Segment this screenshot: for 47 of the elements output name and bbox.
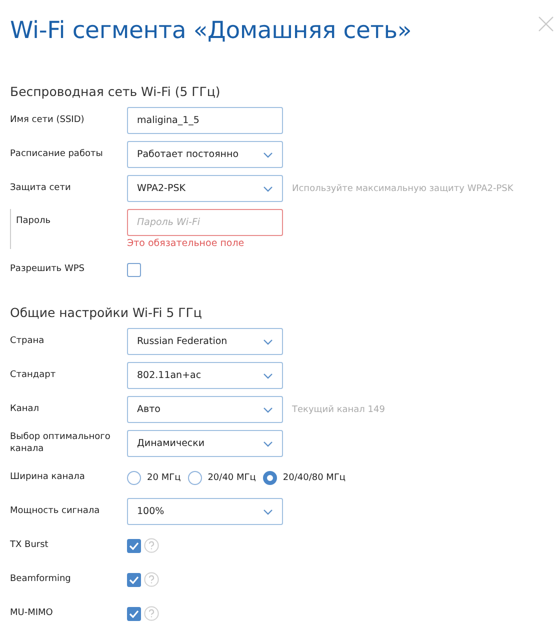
checkbox[interactable] xyxy=(127,538,141,552)
help-icon[interactable] xyxy=(144,572,159,587)
close-icon[interactable] xyxy=(538,16,554,32)
field-label: Выбор оптимального канала xyxy=(10,432,112,456)
dropdown[interactable]: Russian Federation xyxy=(127,328,283,355)
dropdown[interactable]: 802.11an+ac xyxy=(127,362,283,389)
chevron-down-icon xyxy=(263,372,273,378)
checkbox[interactable] xyxy=(127,262,141,276)
dropdown[interactable]: Динамически xyxy=(127,430,283,457)
section-heading: Общие настройки Wi-Fi 5 ГГц xyxy=(10,305,203,320)
checkbox[interactable] xyxy=(127,572,141,586)
dropdown[interactable]: WPA2-PSK xyxy=(127,175,283,202)
field-label: Разрешить WPS xyxy=(10,264,86,276)
field-label: Мощность сигнала xyxy=(10,506,101,518)
field-label: MU-MIMO xyxy=(10,608,54,620)
dropdown[interactable]: Работает постоянно xyxy=(127,141,283,168)
radio-option[interactable]: 20/40/80 МГц xyxy=(262,470,346,484)
chevron-down-icon xyxy=(263,338,273,344)
hint-text: Текущий канал 149 xyxy=(292,404,385,414)
dropdown[interactable]: 100% xyxy=(127,498,283,525)
radio-option[interactable]: 20 МГц xyxy=(127,470,181,484)
chevron-down-icon xyxy=(263,440,273,446)
field-label: Имя сети (SSID) xyxy=(10,114,86,126)
dropdown[interactable]: Авто xyxy=(127,396,283,423)
help-icon[interactable] xyxy=(144,538,159,553)
hint-text: Используйте максимальную защиту WPA2-PSK xyxy=(292,184,514,194)
help-icon[interactable] xyxy=(144,606,159,621)
field-label: Пароль xyxy=(16,215,52,228)
password-field[interactable]: Пароль Wi-Fi xyxy=(127,209,283,236)
error-message: Это обязательное поле xyxy=(127,238,246,249)
chevron-down-icon xyxy=(263,508,273,514)
field-label: Стандарт xyxy=(10,370,57,382)
field-label: Защита сети xyxy=(10,182,72,194)
chevron-down-icon xyxy=(263,406,273,412)
chevron-down-icon xyxy=(263,186,273,192)
field-label: Расписание работы xyxy=(10,148,104,160)
radio-option[interactable]: 20/40 МГц xyxy=(188,470,256,484)
field-label: Ширина канала xyxy=(10,472,86,484)
text-field[interactable]: maligina_1_5 xyxy=(127,107,283,134)
field-label: Beamforming xyxy=(10,574,72,586)
checkbox[interactable] xyxy=(127,606,141,620)
field-label: TX Burst xyxy=(10,540,50,552)
dialog-title: Wi-Fi сегмента «Домашняя сеть» xyxy=(10,16,412,44)
field-label: Канал xyxy=(10,404,40,416)
section-heading: Беспроводная сеть Wi-Fi (5 ГГц) xyxy=(10,84,222,99)
chevron-down-icon xyxy=(263,152,273,158)
field-label: Страна xyxy=(10,336,46,348)
